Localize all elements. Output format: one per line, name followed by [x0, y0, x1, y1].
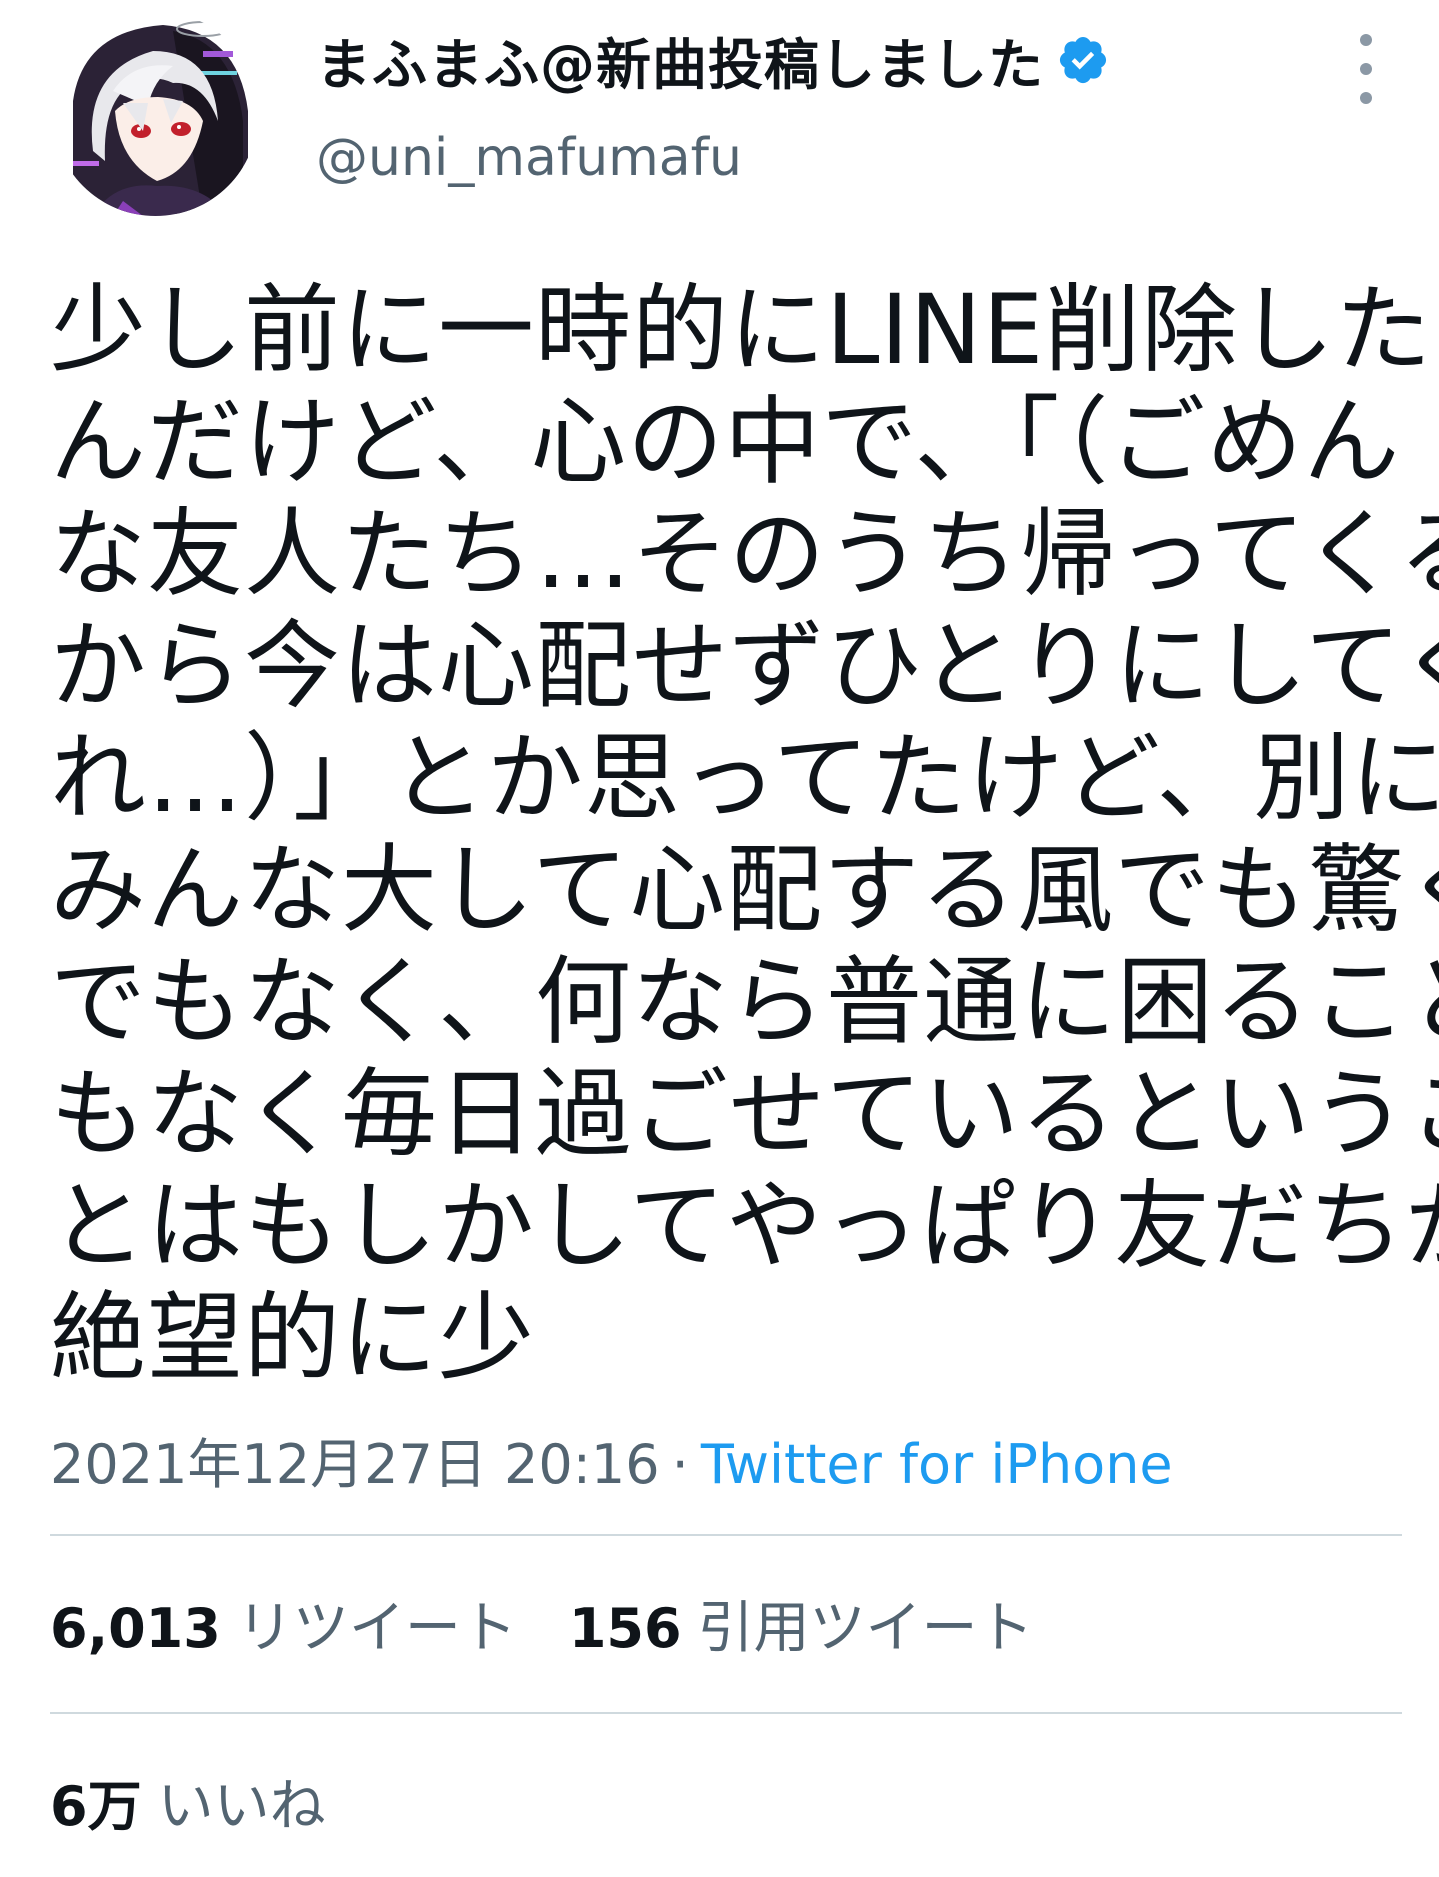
stats-row-likes: 6万 いいね — [50, 1756, 378, 1846]
stats-row-retweets: 6,013 リツイート 156 引用ツイート — [50, 1578, 1086, 1668]
tweet-text-line: でもなく、何なら普通に困ること — [50, 946, 1439, 1058]
quote-count: 156 — [568, 1596, 682, 1660]
tweet-text-line: から今は心配せずひとりにしてく — [50, 610, 1439, 722]
meta-separator: · — [671, 1433, 689, 1496]
tweet-text-line: れ…）」とか思ってたけど、別に — [50, 722, 1439, 834]
avatar[interactable] — [53, 11, 258, 216]
quote-label: 引用ツイート — [697, 1595, 1034, 1661]
more-vertical-icon[interactable] — [1340, 34, 1392, 104]
more-dot — [1360, 92, 1372, 104]
tweet-text-line: な友人たち…そのうち帰ってくる — [50, 498, 1439, 610]
tweet-text-line: とはもしかしてやっぱり友だちが — [50, 1170, 1439, 1282]
tweet-source-link[interactable]: Twitter for iPhone — [701, 1433, 1173, 1496]
avatar-image — [53, 11, 258, 216]
retweet-label: リツイート — [236, 1595, 517, 1661]
tweet-text-line: もなく毎日過ごせているというこ — [50, 1058, 1439, 1170]
tweet-text-line: んだけど、心の中で、「（ごめん — [50, 386, 1401, 498]
retweet-count: 6,013 — [50, 1596, 221, 1660]
like-label: いいね — [157, 1773, 326, 1839]
tweet-timestamp[interactable]: 2021年12月27日 20:16 — [50, 1420, 660, 1499]
more-dot — [1360, 63, 1372, 75]
display-name-row[interactable]: まふまふ@新曲投稿しました — [316, 24, 1110, 97]
tweet-text: 少し前に一時的にLINE削除した んだけど、心の中で、「（ごめん な友人たち…そ… — [50, 274, 1439, 1394]
like-count: 6万 — [50, 1774, 142, 1838]
tweet-meta: 2021年12月27日 20:16 · Twitter for iPhone — [50, 1420, 1173, 1499]
user-handle[interactable]: @uni_mafumafu — [316, 128, 742, 188]
divider — [50, 1534, 1402, 1536]
quotes-stat[interactable]: 156 引用ツイート — [569, 1583, 1034, 1664]
display-name: まふまふ@新曲投稿しました — [316, 33, 1045, 97]
tweet-text-line: 少し前に一時的にLINE削除した — [50, 274, 1433, 386]
verified-badge-icon — [1056, 33, 1110, 87]
more-dot — [1360, 34, 1372, 46]
likes-stat[interactable]: 6万 いいね — [50, 1761, 326, 1842]
tweet-text-line: 絶望的に少 — [50, 1282, 535, 1394]
retweets-stat[interactable]: 6,013 リツイート — [50, 1583, 517, 1664]
tweet-detail-page: まふまふ@新曲投稿しました @uni_mafumafu 少し前に一時的にLINE… — [0, 0, 1439, 1877]
divider — [50, 1712, 1402, 1714]
tweet-text-line: みんな大して心配する風でも驚く — [50, 834, 1439, 946]
